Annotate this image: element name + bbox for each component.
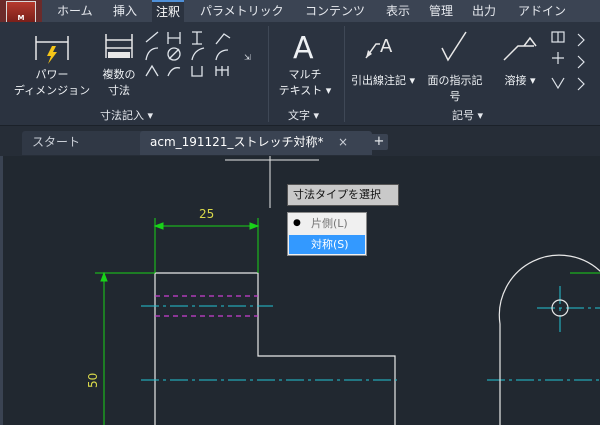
angular-dim-icon	[215, 33, 231, 45]
symbol-tools-small	[548, 30, 598, 100]
dimension-type-prompt: 寸法タイプを選択	[287, 184, 399, 206]
surface-texture-label-1: 面の指示記	[427, 74, 483, 87]
multiple-dimension-icon	[105, 34, 133, 58]
multiline-text-label-1: マルチ	[288, 68, 322, 81]
dimension-type-options: ● 片側(L) 対称(S)	[287, 212, 367, 256]
multiline-text-label-2: テキスト ▾	[278, 84, 332, 97]
expand-icon-3	[577, 77, 585, 91]
tab-home[interactable]: ホーム	[53, 0, 97, 22]
symbol-small-icons	[551, 31, 585, 91]
symbol-panel-title[interactable]: 記号 ▾	[452, 107, 483, 123]
surface-texture-button[interactable]: 面の指示記 号	[420, 28, 490, 104]
power-dimension-icon	[35, 36, 69, 64]
ordinate-dim-icon	[145, 64, 159, 77]
jogged-dim-icon	[215, 49, 229, 61]
right-part-outline	[498, 254, 600, 425]
active-drawing-title: acm_191121_ストレッチ対称*	[150, 135, 324, 149]
document-tab-bar: スタート acm_191121_ストレッチ対称* × +	[0, 126, 600, 156]
tab-contents[interactable]: コンテンツ	[301, 0, 369, 22]
panel-divider	[344, 26, 345, 122]
drawing-canvas[interactable]: 25 50 寸法タイプを選択 ● 片側(L) 対称(S)	[0, 156, 600, 425]
multiline-text-icon: A	[293, 31, 314, 64]
svg-text:A: A	[380, 36, 393, 57]
close-tab-icon[interactable]: ×	[338, 135, 348, 149]
leader-note-button[interactable]: A 引出線注記 ▾	[350, 28, 416, 104]
prompt-title: 寸法タイプを選択	[293, 188, 381, 201]
baseline-dim-icon	[191, 66, 203, 77]
surface-texture-icon	[441, 31, 467, 62]
centerlines	[141, 286, 600, 381]
menu-bar: M ホーム 挿入 注釈 パラメトリック コンテンツ 表示 管理 出力 アドイン	[0, 0, 600, 24]
power-dimension-label-2: ディメンジョン	[13, 84, 91, 97]
option-symmetric[interactable]: 対称(S)	[289, 235, 365, 254]
expand-icon-1	[577, 33, 585, 47]
dimension-value-50[interactable]: 50	[86, 373, 100, 388]
multiple-dimension-label-1: 複数の	[102, 68, 136, 81]
tab-view[interactable]: 表示	[382, 0, 414, 22]
linear-dim-icon	[167, 32, 181, 44]
tab-start[interactable]: スタート	[22, 131, 152, 155]
dimension-tools-icons: ⇲	[145, 31, 251, 77]
multiple-dimension-label-2: 寸法	[108, 84, 130, 97]
tab-manage[interactable]: 管理	[425, 0, 457, 22]
leader-note-label: 引出線注記 ▾	[350, 74, 416, 87]
option-one-side-label: 片側(L)	[311, 217, 348, 230]
app-logo-letter: M	[17, 14, 25, 22]
datum-icon	[552, 52, 564, 64]
tab-annotate[interactable]: 注釈	[152, 0, 185, 24]
multiline-text-button[interactable]: A マルチ テキスト ▾	[274, 28, 336, 104]
ribbon: パワー ディメンジョン 複数の 寸法 ⇲ 寸法記入 ▾ A マルチ テキスト ▾…	[0, 22, 600, 126]
tab-addins[interactable]: アドイン	[514, 0, 570, 22]
angle-dim-icon	[167, 67, 181, 77]
power-dimension-button[interactable]: パワー ディメンジョン	[6, 28, 98, 104]
dimension-panel-title[interactable]: 寸法記入 ▾	[100, 107, 153, 123]
vertical-dim-icon	[192, 31, 202, 45]
dimension-horizontal	[153, 218, 260, 273]
bullet-icon: ●	[293, 218, 301, 228]
weld-label: 溶接 ▾	[504, 74, 536, 87]
application-menu-button[interactable]: M	[0, 0, 42, 23]
taper-icon	[551, 77, 565, 90]
arc-length-dim-icon	[145, 47, 159, 61]
expand-icon-2	[577, 55, 585, 69]
option-symmetric-label: 対称(S)	[311, 238, 349, 251]
continue-dim-icon	[215, 66, 229, 76]
dimension-vertical	[95, 271, 155, 425]
aligned-dim-icon	[145, 31, 159, 43]
multiple-dimension-button[interactable]: 複数の 寸法	[98, 28, 140, 104]
tab-insert[interactable]: 挿入	[109, 0, 141, 22]
tab-parametric[interactable]: パラメトリック	[196, 0, 288, 22]
surface-texture-label-2: 号	[449, 90, 461, 103]
dimension-tool-grid: ⇲	[144, 30, 262, 104]
app-logo-icon: M	[6, 1, 36, 23]
power-dimension-label-1: パワー	[35, 68, 69, 81]
tab-output[interactable]: 出力	[468, 0, 500, 22]
option-one-side[interactable]: ● 片側(L)	[289, 214, 365, 233]
weld-button[interactable]: 溶接 ▾	[494, 28, 546, 104]
weld-icon	[503, 36, 537, 61]
svg-text:⇲: ⇲	[244, 53, 251, 62]
radius-dim-icon	[191, 47, 205, 61]
new-tab-button[interactable]: +	[370, 134, 388, 150]
panel-divider	[268, 26, 269, 122]
svg-text:A: A	[293, 31, 314, 64]
text-panel-title[interactable]: 文字 ▾	[288, 107, 319, 123]
dimension-value-25[interactable]: 25	[199, 207, 214, 221]
leader-note-icon: A	[365, 36, 393, 59]
